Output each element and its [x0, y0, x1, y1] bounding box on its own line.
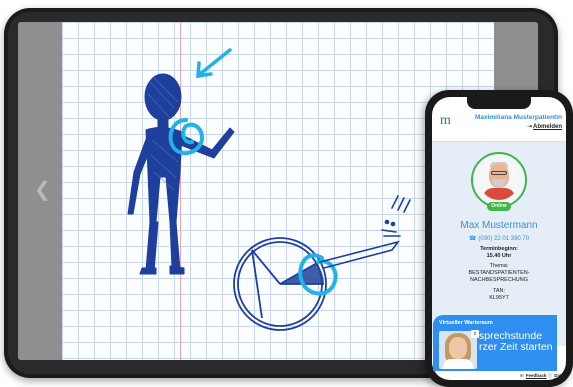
- doctor-phone-link[interactable]: ☎ (030) 22 01 390 70: [432, 235, 566, 242]
- app-header: m Maximiliana Musterpatientin ⇥Abmelden: [432, 111, 566, 139]
- virtual-waiting-room-card[interactable]: Virtueller Warteraum x sprechstunde rzer…: [433, 315, 557, 371]
- other-link[interactable]: Date: [554, 373, 564, 378]
- patient-name: Maximiliana Musterpatientin: [474, 114, 562, 121]
- chevron-left-icon[interactable]: ❮: [34, 180, 51, 200]
- doctor-name: Max Mustermann: [460, 220, 538, 231]
- phone-notch: [467, 97, 531, 109]
- topic-line-2: NACHBESPRECHUNG: [469, 277, 529, 283]
- footer-links: ✉ Feedback ⓘ Date: [520, 373, 564, 379]
- arrow-annotation: [196, 48, 232, 79]
- phone-icon: ☎: [468, 236, 477, 242]
- logout-link[interactable]: ⇥Abmelden: [527, 123, 562, 130]
- appointment-time: 15.40 Uhr: [486, 253, 512, 259]
- waiting-room-text: sprechstunde rzer Zeit starten: [479, 331, 553, 353]
- left-side-panel: ❮: [18, 22, 62, 360]
- extraction-line: [319, 195, 411, 269]
- feedback-icon: ✉: [519, 373, 524, 378]
- topic-label: Thema:: [489, 263, 509, 269]
- topic-line-1: BESTANDSPATIENTEN-: [468, 270, 530, 276]
- close-icon[interactable]: x: [471, 330, 479, 338]
- doctor-avatar: [479, 160, 519, 200]
- doctor-phone-number: (030) 22 01 390 70: [478, 236, 530, 242]
- info-icon: ⓘ: [547, 373, 553, 378]
- logout-icon: ⇥: [526, 124, 532, 130]
- tan-label: TAN:: [492, 288, 506, 294]
- tan-value: KL95Y7: [489, 295, 509, 301]
- logout-label: Abmelden: [532, 124, 562, 130]
- brand-logo[interactable]: m: [440, 113, 451, 129]
- online-status-badge: Online: [487, 202, 511, 211]
- feedback-link[interactable]: Feedback: [526, 373, 547, 378]
- figure-sketch: [127, 73, 235, 275]
- waiting-room-title: Virtueller Warteraum: [439, 320, 493, 326]
- waiting-room-text-line-2: rzer Zeit starten: [479, 341, 553, 353]
- appointment-label: Terminbeginn:: [480, 246, 518, 252]
